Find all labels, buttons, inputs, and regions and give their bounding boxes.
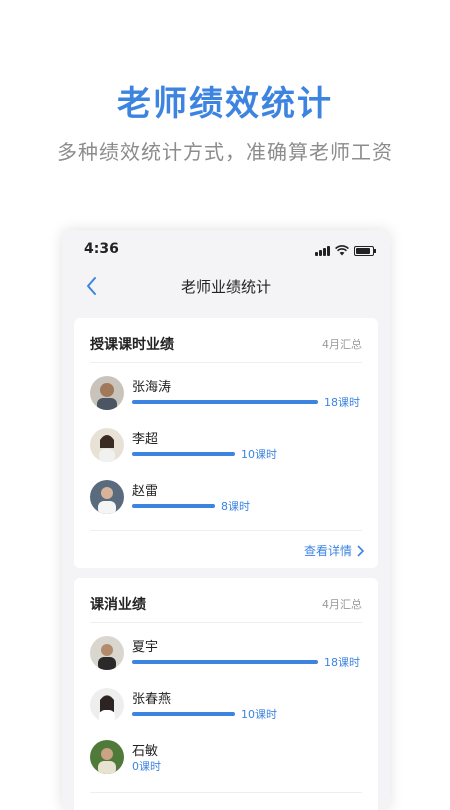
hours-bar [132,400,318,404]
view-details-label: 查看详情 [303,544,352,558]
avatar [90,428,124,462]
page-title: 老师业绩统计 [180,278,271,296]
hours-bar [132,452,235,456]
teacher-name: 张海涛 [132,380,172,395]
hero-title: 老师绩效统计 [117,84,333,124]
hero-subtitle: 多种绩效统计方式，准确算老师工资 [57,140,393,164]
status-time: 4:36 [84,241,119,257]
wifi-icon [335,245,349,256]
list-item[interactable]: 赵雷 8课时 [90,480,370,524]
divider [90,362,362,363]
hours-label: 18课时 [324,396,360,409]
phone-screen: 4:36 老师业绩统计 授课课时业绩 4月汇总 张海涛 18课时 李超 10课时… [62,230,390,810]
hours-label: 18课时 [324,656,360,669]
card-period: 4月汇总 [322,338,362,351]
hours-label: 10课时 [241,708,277,721]
hours-bar [132,660,318,664]
hours-bar [132,504,215,508]
teacher-name: 石敏 [132,744,159,759]
divider [90,792,362,793]
avatar [90,376,124,410]
card-period: 4月汇总 [322,598,362,611]
list-item[interactable]: 石敏 0课时 [90,740,370,784]
teacher-name: 李超 [132,432,159,447]
teacher-name: 赵雷 [132,484,159,499]
teacher-name: 张春燕 [132,692,172,707]
nav-bar: 老师业绩统计 [62,266,390,306]
avatar [90,688,124,722]
hours-label: 8课时 [221,500,250,513]
course-consumption-card: 课消业绩 4月汇总 夏宇 18课时 张春燕 10课时 石敏 0课时 [74,578,378,810]
list-item[interactable]: 夏宇 18课时 [90,636,370,680]
view-details-link[interactable]: 查看详情 [304,542,364,559]
hours-bar [132,712,235,716]
status-bar: 4:36 [62,230,390,266]
teaching-hours-card: 授课课时业绩 4月汇总 张海涛 18课时 李超 10课时 赵雷 8课时 查看详情 [74,318,378,568]
card-title: 授课课时业绩 [90,337,174,353]
divider [90,622,362,623]
list-item[interactable]: 张海涛 18课时 [90,376,370,420]
avatar [90,480,124,514]
list-item[interactable]: 张春燕 10课时 [90,688,370,732]
avatar [90,740,124,774]
signal-icon [315,246,330,256]
avatar [90,636,124,670]
teacher-name: 夏宇 [132,640,159,655]
list-item[interactable]: 李超 10课时 [90,428,370,472]
hours-label: 10课时 [241,448,277,461]
divider [90,530,362,531]
hours-label: 0课时 [132,760,161,773]
battery-icon [354,246,376,256]
chevron-right-icon [357,544,364,557]
card-title: 课消业绩 [90,597,146,613]
